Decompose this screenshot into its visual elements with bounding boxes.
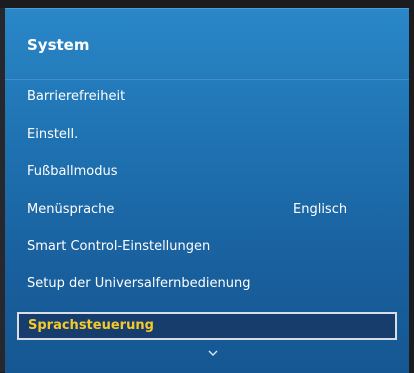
page-title: System: [27, 36, 90, 54]
menu-item-smart-control[interactable]: Smart Control-Einstellungen: [27, 239, 397, 254]
menu-item-value: Englisch: [293, 202, 348, 217]
menu-item-fussballmodus[interactable]: Fußballmodus: [27, 164, 397, 179]
system-menu-panel: System Barrierefreiheit Einstell. Fußbal…: [5, 8, 409, 373]
menu-item-label: Einstell.: [27, 127, 79, 142]
menu-item-einstell[interactable]: Einstell.: [27, 127, 397, 142]
menu-item-label: Setup der Universalfernbedienung: [27, 276, 251, 291]
menu-item-label: Barrierefreiheit: [27, 89, 126, 104]
menu-item-universalfernbedienung[interactable]: Setup der Universalfernbedienung: [27, 276, 397, 291]
title-divider: [5, 79, 409, 80]
menu-item-label: Smart Control-Einstellungen: [27, 239, 211, 254]
menu-item-label: Menüsprache: [27, 202, 115, 217]
menu-item-label: Fußballmodus: [27, 164, 118, 179]
menu-item-barrierefreiheit[interactable]: Barrierefreiheit: [27, 89, 397, 104]
menu-item-menuesprache[interactable]: Menüsprache Englisch: [27, 202, 397, 217]
chevron-down-icon[interactable]: [208, 348, 218, 358]
menu-item-label: Sprachsteuerung: [28, 318, 154, 333]
menu-item-sprachsteuerung[interactable]: Sprachsteuerung: [17, 312, 397, 340]
